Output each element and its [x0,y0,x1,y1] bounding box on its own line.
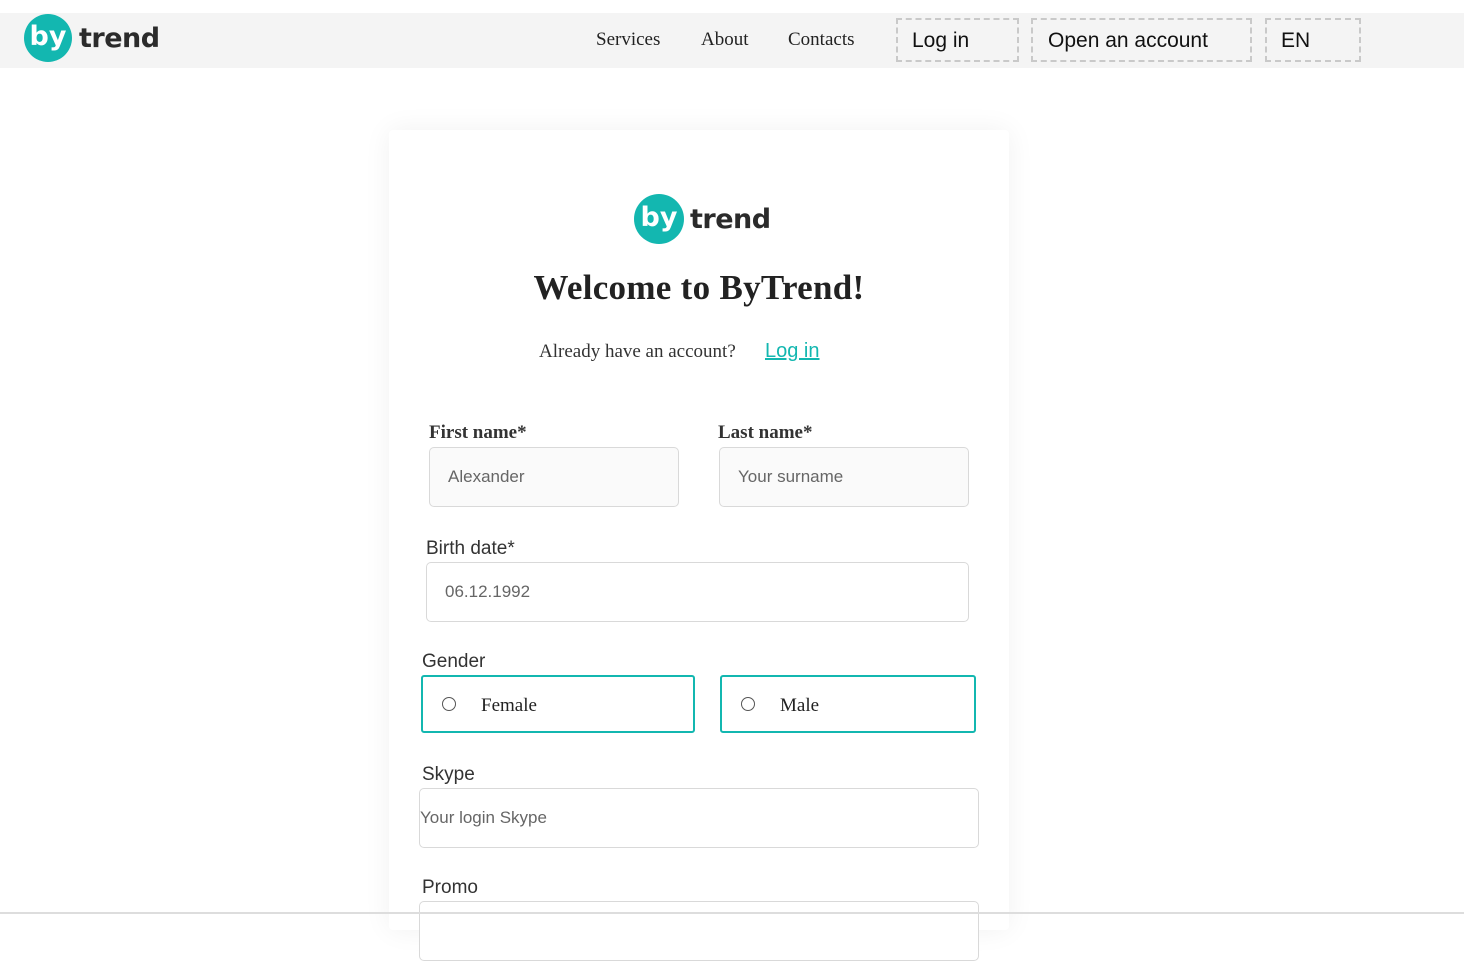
open-account-button[interactable]: Open an account [1031,18,1252,62]
first-name-label: First name* [429,422,527,443]
nav-link-contacts[interactable]: Contacts [788,29,855,51]
navbar: by trend Services About Contacts Log in … [0,13,1464,68]
skype-label: Skype [422,764,475,785]
last-name-input[interactable] [719,447,969,507]
card-logo-word: trend [690,203,771,235]
gender-label: Gender [422,651,486,672]
top-strip [0,0,1464,13]
registration-card: by trend Welcome to ByTrend! Already hav… [389,130,1009,961]
login-button[interactable]: Log in [896,18,1019,62]
logo-word: trend [79,22,160,54]
skype-input[interactable] [419,788,979,848]
promo-input[interactable] [419,901,979,961]
female-radio[interactable] [442,697,456,711]
gender-option-female[interactable]: Female [421,675,695,733]
card-logo: by trend [634,193,771,245]
page-title: Welcome to ByTrend! [533,268,865,307]
gender-option-male[interactable]: Male [720,675,976,733]
already-account-text: Already have an account? [539,341,736,362]
brand-logo[interactable]: by trend [24,13,160,63]
card-logo-mark: by [634,194,684,244]
female-label: Female [481,695,537,716]
promo-label: Promo [422,877,478,898]
birth-date-label: Birth date* [426,538,515,559]
nav-link-about[interactable]: About [701,29,749,51]
first-name-input[interactable] [429,447,679,507]
logo-mark: by [24,14,72,62]
birth-date-input[interactable] [426,562,969,622]
login-link[interactable]: Log in [765,340,820,363]
male-label: Male [780,695,820,716]
male-radio[interactable] [741,697,755,711]
nav-link-services[interactable]: Services [596,29,660,51]
language-selector[interactable]: EN [1265,18,1361,62]
last-name-label: Last name* [718,422,813,443]
